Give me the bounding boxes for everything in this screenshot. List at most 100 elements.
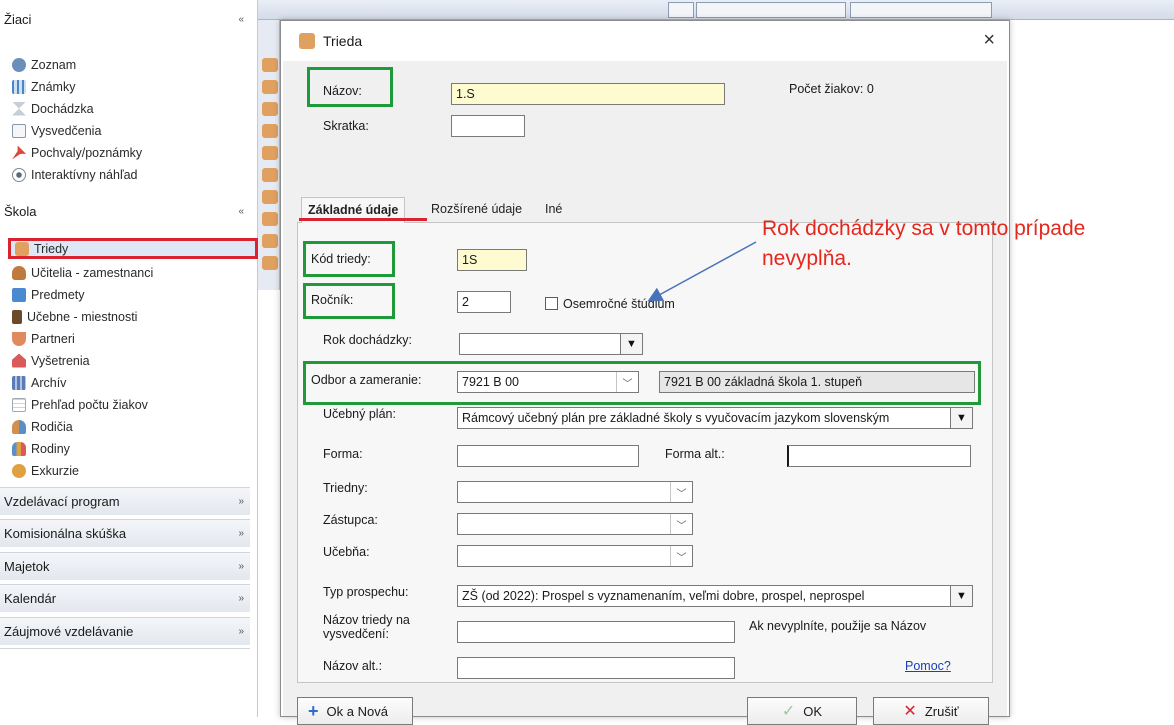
excursion-icon xyxy=(12,463,26,478)
dialog-title: Trieda xyxy=(323,33,363,49)
nav-item-znamky[interactable]: Známky xyxy=(12,76,256,97)
class-icon xyxy=(262,168,278,182)
typ-prospechu-select[interactable]: ZŠ (od 2022): Prospel s vyznamenaním, ve… xyxy=(457,585,973,607)
chevron-down-icon[interactable]: ﹀ xyxy=(670,514,692,534)
plus-icon: + xyxy=(308,701,319,721)
nav-item-label: Učitelia - zamestnanci xyxy=(31,265,154,280)
nav-item-exkurzie[interactable]: Exkurzie xyxy=(12,460,256,481)
nav-item-rodiny[interactable]: Rodiny xyxy=(12,438,256,459)
ok-label: OK xyxy=(803,703,823,719)
nav-item-label: Triedy xyxy=(34,241,69,256)
forma-input[interactable] xyxy=(457,445,639,467)
eye-icon xyxy=(12,167,26,182)
osemrocne-checkbox[interactable] xyxy=(545,297,558,310)
ucebna-select[interactable]: ﹀ xyxy=(457,545,693,567)
tab-ine[interactable]: Iné xyxy=(539,197,568,223)
zrusit-label: Zrušiť xyxy=(924,703,959,719)
chevron-down-icon[interactable]: ﹀ xyxy=(670,546,692,566)
nav-item-ucitelia[interactable]: Učitelia - zamestnanci xyxy=(12,262,256,283)
nav-item-partneri[interactable]: Partneri xyxy=(12,328,256,349)
nav-item-vysetrenia[interactable]: Vyšetrenia xyxy=(12,350,256,371)
section-ziaci[interactable]: Žiaci « xyxy=(0,6,250,32)
section-majetok[interactable]: Majetok » xyxy=(0,552,250,580)
checkmark-icon: ✓ xyxy=(781,703,796,720)
annotation-note: Rok dochádzky sa v tomto prípade nevyplň… xyxy=(762,214,1172,274)
certificate-icon xyxy=(12,123,26,138)
section-vzdelavaci-program[interactable]: Vzdelávací program » xyxy=(0,487,250,515)
nav-item-prehlad[interactable]: Prehľad počtu žiakov xyxy=(12,394,256,415)
chevron-down-icon[interactable]: ﹀ xyxy=(616,372,638,392)
ucebny-plan-select[interactable]: Rámcový učebný plán pre základné školy s… xyxy=(457,407,973,429)
pomoc-link[interactable]: Pomoc? xyxy=(905,659,951,673)
zastupca-select[interactable]: ﹀ xyxy=(457,513,693,535)
nav-item-dochadzka[interactable]: Dochádzka xyxy=(12,98,256,119)
chevron-down-icon[interactable]: » xyxy=(238,528,243,539)
nav-item-interaktivny-nahlad[interactable]: Interaktívny náhľad xyxy=(12,164,256,185)
nav-item-triedy[interactable]: Triedy xyxy=(8,238,258,259)
chevron-down-icon[interactable]: » xyxy=(238,561,243,572)
nav-divider xyxy=(0,648,250,649)
nav-item-predmety[interactable]: Predmety xyxy=(12,284,256,305)
section-kalendar[interactable]: Kalendár » xyxy=(0,584,250,612)
nazov-alt-input[interactable] xyxy=(457,657,735,679)
toolbar-button[interactable] xyxy=(696,2,846,18)
nazov-vysvedcenie-input[interactable] xyxy=(457,621,735,643)
ok-button[interactable]: ✓ OK xyxy=(747,697,857,725)
nav-item-label: Prehľad počtu žiakov xyxy=(31,397,148,412)
nazov-vysvedcenie-label-2: vysvedčení: xyxy=(323,627,390,641)
nazov-input[interactable]: 1.S xyxy=(451,83,725,105)
zrusit-button[interactable]: ✕ Zrušiť xyxy=(873,697,989,725)
cancel-x-icon: ✕ xyxy=(903,703,917,720)
dialog-body: Názov: 1.S Počet žiakov: 0 Skratka: Zákl… xyxy=(283,61,1007,725)
close-icon[interactable]: × xyxy=(983,29,995,51)
handshake-icon xyxy=(12,331,26,346)
nav-item-label: Rodičia xyxy=(31,419,73,434)
nav-item-zoznam[interactable]: Zoznam xyxy=(12,54,256,75)
chevron-down-icon[interactable]: ▼ xyxy=(950,408,972,428)
nav-item-archiv[interactable]: Archív xyxy=(12,372,256,393)
forma-alt-input[interactable] xyxy=(787,445,971,467)
class-icon xyxy=(262,146,278,160)
section-label: Záujmové vzdelávanie xyxy=(4,624,134,639)
teacher-icon xyxy=(12,265,26,280)
chevron-down-icon[interactable]: ▼ xyxy=(950,586,972,606)
toolbar-button[interactable] xyxy=(668,2,694,18)
nav-item-label: Pochvaly/poznámky xyxy=(31,145,143,160)
nav-item-label: Partneri xyxy=(31,331,75,346)
class-icon xyxy=(15,241,29,256)
nav-item-vysvedcenia[interactable]: Vysvedčenia xyxy=(12,120,256,141)
section-label: Majetok xyxy=(4,559,50,574)
chevron-up-icon[interactable]: « xyxy=(238,14,243,25)
navigation-panel: Žiaci « Zoznam Známky Dochádzka Vysvedče… xyxy=(0,0,258,717)
rok-dochadzky-select[interactable]: ▼ xyxy=(459,333,643,355)
rocnik-input[interactable]: 2 xyxy=(457,291,511,313)
chevron-down-icon[interactable]: ▼ xyxy=(620,334,642,354)
triedny-label: Triedny: xyxy=(323,481,368,495)
kod-triedy-input[interactable]: 1S xyxy=(457,249,527,271)
skratka-input[interactable] xyxy=(451,115,525,137)
house-medical-icon xyxy=(12,353,26,368)
toolbar-button[interactable] xyxy=(850,2,992,18)
chevron-up-icon[interactable]: « xyxy=(238,206,243,217)
skratka-label: Skratka: xyxy=(323,119,369,133)
class-icon xyxy=(262,58,278,72)
chevron-down-icon[interactable]: ﹀ xyxy=(670,482,692,502)
book-icon xyxy=(12,287,26,302)
odbor-select[interactable]: 7921 B 00 ﹀ xyxy=(457,371,639,393)
section-skola[interactable]: Škola « xyxy=(0,198,250,224)
chevron-down-icon[interactable]: » xyxy=(238,626,243,637)
typ-prospechu-label: Typ prospechu: xyxy=(323,585,409,599)
nav-item-pochvaly[interactable]: Pochvaly/poznámky xyxy=(12,142,256,163)
tab-rozsirene-udaje[interactable]: Rozšírené údaje xyxy=(425,197,528,223)
ucebna-label: Učebňa: xyxy=(323,545,370,559)
nav-item-rodicia[interactable]: Rodičia xyxy=(12,416,256,437)
chevron-down-icon[interactable]: » xyxy=(238,593,243,604)
nav-item-ucebne[interactable]: Učebne - miestnosti xyxy=(12,306,256,327)
ok-a-nova-button[interactable]: + Ok a Nová xyxy=(297,697,413,725)
section-komisionalna-skuska[interactable]: Komisionálna skúška » xyxy=(0,519,250,547)
triedny-select[interactable]: ﹀ xyxy=(457,481,693,503)
section-zaujmove-vzdelavanie[interactable]: Záujmové vzdelávanie » xyxy=(0,617,250,645)
chevron-down-icon[interactable]: » xyxy=(238,496,243,507)
ucebny-plan-value: Rámcový učebný plán pre základné školy s… xyxy=(462,411,890,425)
parents-icon xyxy=(12,419,26,434)
